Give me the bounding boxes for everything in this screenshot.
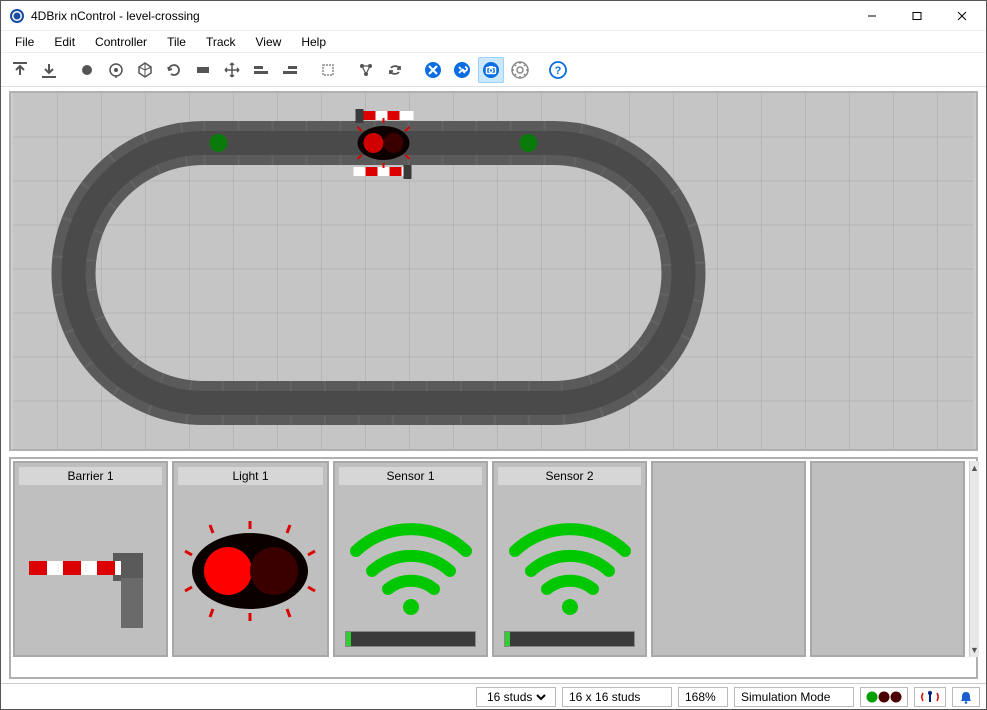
sync-icon[interactable]	[382, 57, 408, 83]
panel-light-1[interactable]: Light 1	[172, 461, 329, 657]
scroll-up-icon[interactable]: ▲	[970, 463, 979, 473]
menu-tile[interactable]: Tile	[157, 33, 196, 51]
help-icon[interactable]: ?	[545, 57, 571, 83]
window-title: 4DBrix nControl - level-crossing	[31, 9, 849, 23]
status-bar: 16 studs 16 x 16 studs 168% Simulation M…	[1, 683, 986, 709]
tools-icon[interactable]	[449, 57, 475, 83]
settings-icon[interactable]	[507, 57, 533, 83]
graph-icon[interactable]	[353, 57, 379, 83]
shape-icon[interactable]	[132, 57, 158, 83]
sensor-progress	[345, 631, 476, 647]
menu-edit[interactable]: Edit	[44, 33, 85, 51]
menu-track[interactable]: Track	[196, 33, 246, 51]
panel-scrollbar[interactable]: ▲ ▼	[969, 461, 979, 657]
track-sensor-right	[520, 134, 538, 152]
menu-help[interactable]: Help	[291, 33, 336, 51]
panel-sensor-2[interactable]: Sensor 2	[492, 461, 647, 657]
grid-select[interactable]: 16 studs	[476, 687, 556, 707]
svg-text:?: ?	[555, 65, 562, 77]
track-sensor-left	[210, 134, 228, 152]
align-right-icon[interactable]	[277, 57, 303, 83]
wifi-icon	[346, 513, 476, 623]
light-icon	[178, 503, 323, 633]
tile-icon[interactable]	[190, 57, 216, 83]
target-icon[interactable]	[103, 57, 129, 83]
menu-controller[interactable]: Controller	[85, 33, 157, 51]
track-canvas[interactable]	[9, 91, 978, 451]
zoom-level: 168%	[678, 687, 728, 707]
track-svg	[11, 93, 976, 449]
controller-panel-row: Barrier 1 Light 1	[9, 457, 978, 679]
barrier-icon	[21, 503, 161, 633]
panel-empty[interactable]	[810, 461, 965, 657]
align-left-icon[interactable]	[248, 57, 274, 83]
rotate-icon[interactable]	[161, 57, 187, 83]
camera-icon[interactable]	[478, 57, 504, 83]
panel-label: Light 1	[178, 467, 323, 485]
menu-bar: File Edit Controller Tile Track View Hel…	[1, 31, 986, 53]
wifi-icon	[505, 513, 635, 623]
menu-file[interactable]: File	[5, 33, 44, 51]
panel-barrier-1[interactable]: Barrier 1	[13, 461, 168, 657]
save-icon[interactable]	[36, 57, 62, 83]
sensor-progress	[504, 631, 635, 647]
close-button[interactable]	[939, 1, 984, 31]
toolbar: ?	[1, 53, 986, 87]
scroll-down-icon[interactable]: ▼	[970, 645, 979, 655]
panel-empty[interactable]	[651, 461, 806, 657]
maximize-button[interactable]	[894, 1, 939, 31]
bell-status-icon[interactable]	[952, 687, 980, 707]
grid-select-dropdown[interactable]: 16 studs	[483, 689, 549, 705]
panel-label: Sensor 1	[339, 467, 482, 485]
title-bar: 4DBrix nControl - level-crossing	[1, 1, 986, 31]
minimize-button[interactable]	[849, 1, 894, 31]
move-icon[interactable]	[219, 57, 245, 83]
lights-status-icon[interactable]	[860, 687, 908, 707]
panel-sensor-1[interactable]: Sensor 1	[333, 461, 488, 657]
expand-icon[interactable]	[315, 57, 341, 83]
load-icon[interactable]	[7, 57, 33, 83]
mode-label: Simulation Mode	[734, 687, 854, 707]
disconnect-icon[interactable]	[420, 57, 446, 83]
app-icon	[9, 8, 25, 24]
antenna-status-icon[interactable]	[914, 687, 946, 707]
panel-label: Sensor 2	[498, 467, 641, 485]
menu-view[interactable]: View	[246, 33, 292, 51]
record-icon[interactable]	[74, 57, 100, 83]
level-crossing	[354, 109, 414, 179]
grid-size: 16 x 16 studs	[562, 687, 672, 707]
panel-label: Barrier 1	[19, 467, 162, 485]
